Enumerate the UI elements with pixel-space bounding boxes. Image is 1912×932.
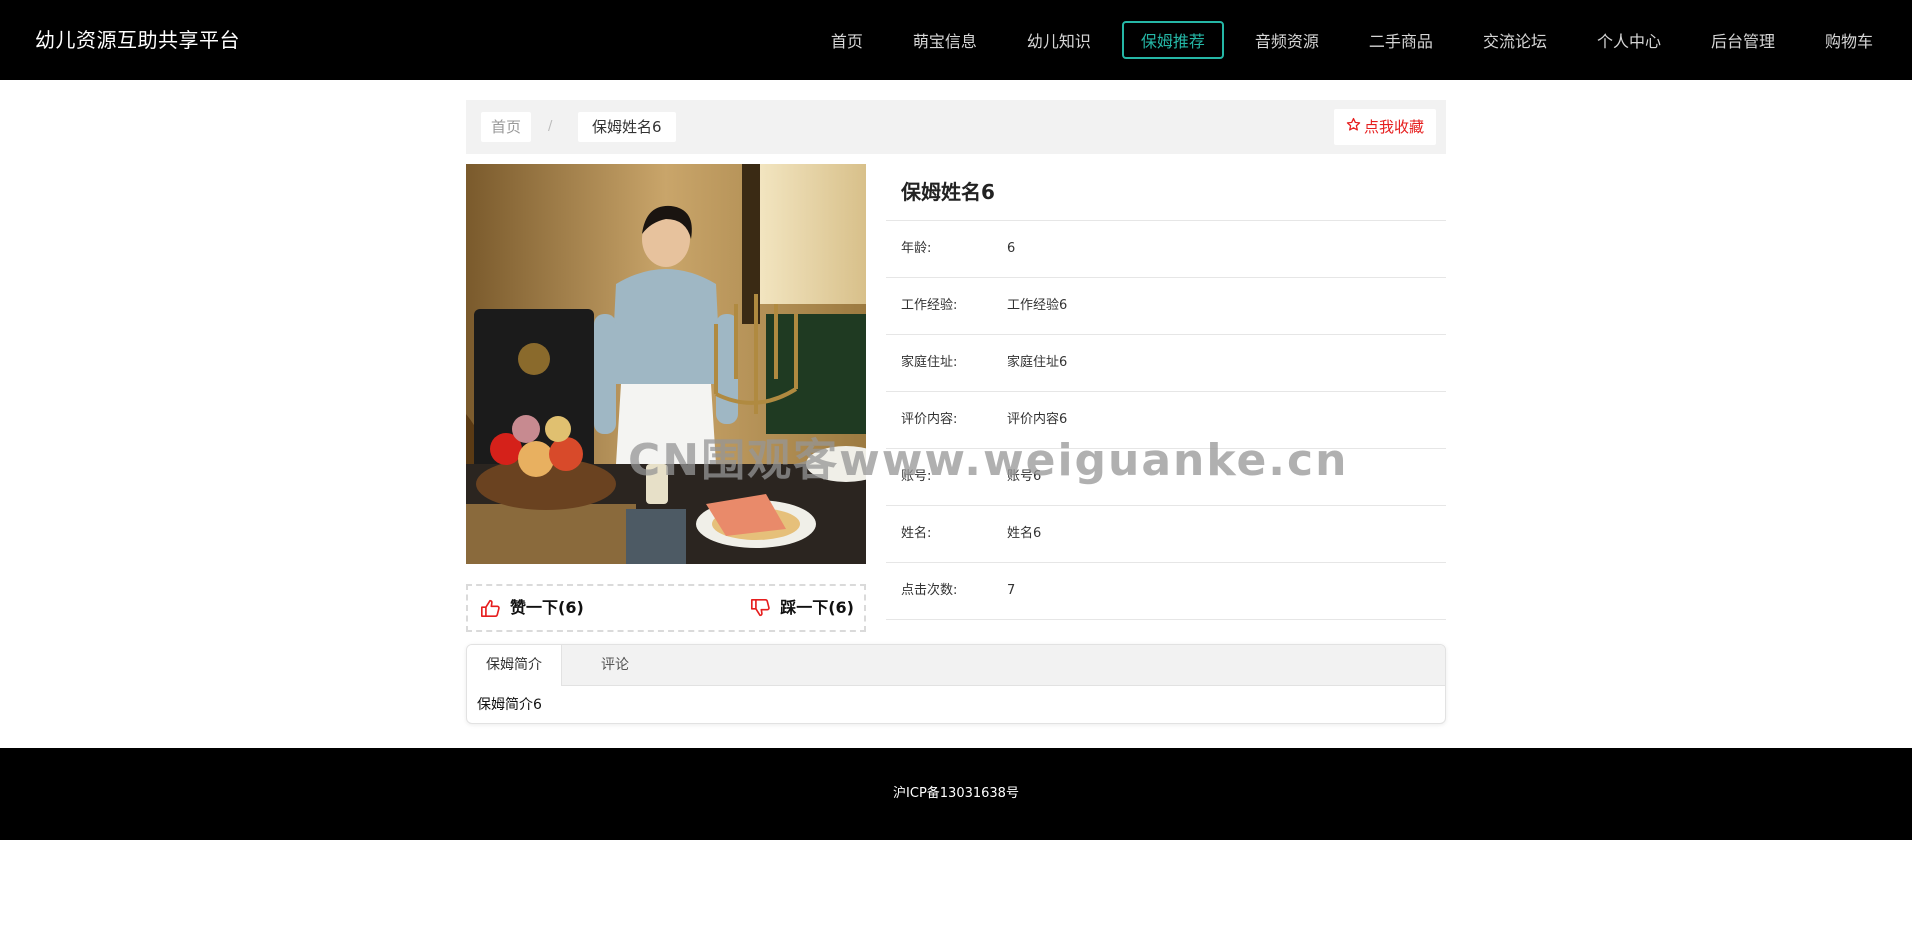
tab-nanny-intro[interactable]: 保姆简介: [467, 645, 562, 686]
detail-label-age: 年龄:: [901, 241, 932, 256]
detail-label-experience: 工作经验:: [901, 298, 958, 313]
detail-table: 保姆姓名6 年龄: 6 工作经验: 工作经验6 家庭住址: 家庭住址6 评价内容…: [886, 164, 1446, 620]
detail-label-clicks: 点击次数:: [901, 583, 958, 598]
nav-item-nanny-recommend[interactable]: 保姆推荐: [1121, 21, 1224, 59]
breadcrumb-separator: /: [548, 119, 553, 134]
detail-label-address: 家庭住址:: [901, 355, 958, 370]
detail-title: 保姆姓名6: [886, 164, 1446, 221]
info-tabs: 保姆简介 评论 保姆简介6: [466, 644, 1446, 724]
vote-box: 赞一下(6) 踩一下(6): [466, 584, 866, 632]
detail-label-name: 姓名:: [901, 526, 932, 541]
nav-item-cart[interactable]: 购物车: [1806, 21, 1892, 59]
tab-comments[interactable]: 评论: [561, 645, 669, 686]
site-brand[interactable]: 幼儿资源互助共享平台: [35, 0, 240, 80]
favorite-label: 点我收藏: [1363, 118, 1424, 136]
icp-record: 沪ICP备13031638号: [893, 786, 1019, 801]
breadcrumb-current: 保姆姓名6: [578, 112, 676, 142]
like-button[interactable]: 赞一下(6): [480, 586, 584, 630]
nav-item-home[interactable]: 首页: [812, 21, 882, 59]
watermark: CN围观客www.weiguanke.cn: [628, 435, 1349, 486]
dislike-button[interactable]: 踩一下(6): [750, 586, 854, 630]
site-footer: 沪ICP备13031638号: [0, 748, 1912, 840]
nav-item-forum[interactable]: 交流论坛: [1464, 21, 1566, 59]
thumbs-up-icon: [481, 599, 500, 617]
detail-value-clicks: 7: [1007, 583, 1016, 598]
tab-content: 保姆简介6: [477, 697, 542, 713]
nanny-photo: [466, 164, 866, 564]
favorite-button[interactable]: 点我收藏: [1333, 109, 1436, 145]
detail-value-experience: 工作经验6: [1007, 298, 1068, 313]
nav-item-admin[interactable]: 后台管理: [1692, 21, 1794, 59]
dislike-label: 踩一下(6): [780, 598, 854, 617]
nav-item-child-knowledge[interactable]: 幼儿知识: [1008, 21, 1110, 59]
thumbs-down-icon: [751, 599, 771, 617]
nav-item-audio[interactable]: 音频资源: [1236, 21, 1338, 59]
breadcrumb: 首页 / 保姆姓名6 点我收藏: [466, 100, 1446, 154]
nav-item-baby-info[interactable]: 萌宝信息: [894, 21, 996, 59]
detail-value-age: 6: [1007, 241, 1016, 256]
main-nav: 首页 萌宝信息 幼儿知识 保姆推荐 音频资源 二手商品 交流论坛 个人中心 后台…: [800, 20, 1892, 60]
nav-item-user-center[interactable]: 个人中心: [1578, 21, 1680, 59]
detail-value-address: 家庭住址6: [1007, 355, 1068, 370]
like-label: 赞一下(6): [510, 598, 584, 617]
star-outline-icon: [1346, 109, 1361, 145]
detail-row: 姓名: 姓名6: [886, 506, 1446, 563]
top-navbar: 幼儿资源互助共享平台 首页 萌宝信息 幼儿知识 保姆推荐 音频资源 二手商品 交…: [0, 0, 1912, 80]
detail-value-name: 姓名6: [1007, 526, 1042, 541]
detail-row: 家庭住址: 家庭住址6: [886, 335, 1446, 392]
detail-row: 年龄: 6: [886, 221, 1446, 278]
tab-header: 保姆简介 评论: [467, 645, 1445, 686]
detail-row: 点击次数: 7: [886, 563, 1446, 620]
detail-row: 工作经验: 工作经验6: [886, 278, 1446, 335]
nav-item-second-hand[interactable]: 二手商品: [1350, 21, 1452, 59]
breadcrumb-home-link[interactable]: 首页: [481, 112, 532, 142]
